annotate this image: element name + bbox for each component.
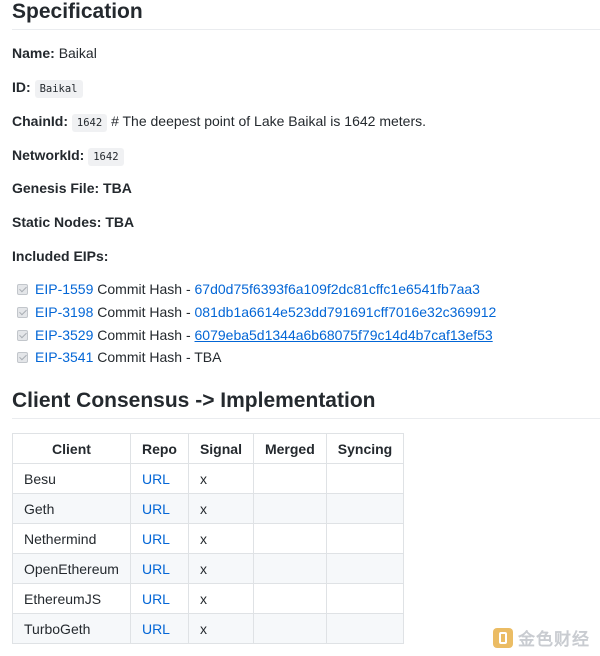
- eip-item: EIP-3198 Commit Hash - 081db1a6614e523dd…: [17, 302, 496, 322]
- client-cell: Geth: [12, 493, 131, 524]
- table-row: EthereumJS URL x: [12, 583, 405, 614]
- static-nodes-field: Static Nodes: TBA: [12, 212, 134, 232]
- chainid-value: 1642: [71, 114, 108, 132]
- included-eips-text: Included EIPs:: [12, 248, 109, 264]
- syncing-cell: [325, 493, 405, 524]
- static-nodes-label: Static Nodes:: [12, 214, 102, 230]
- checkbox-icon[interactable]: [17, 351, 28, 363]
- jinse-logo-icon: [493, 627, 513, 648]
- signal-cell: x: [187, 493, 254, 524]
- repo-cell: URL: [129, 583, 189, 614]
- client-cell: Besu: [12, 463, 131, 494]
- merged-cell: [252, 493, 327, 524]
- eip-item: EIP-3529 Commit Hash - 6079eba5d1344a6b6…: [17, 325, 493, 345]
- table-row: OpenEthereum URL x: [12, 553, 405, 584]
- commit-hash-text: Commit Hash -: [97, 304, 191, 320]
- syncing-cell: [325, 613, 405, 644]
- networkid-value: 1642: [88, 148, 124, 166]
- repo-cell: URL: [129, 463, 189, 494]
- table-row: TurboGeth URL x: [12, 613, 405, 644]
- commit-hash-text: Commit Hash -: [97, 327, 191, 343]
- id-field: ID: Baikal: [12, 77, 83, 99]
- client-table: Client Repo Signal Merged Syncing Besu U…: [12, 433, 405, 644]
- eip-link[interactable]: EIP-1559: [35, 279, 93, 299]
- signal-cell: x: [187, 583, 254, 614]
- eip-link[interactable]: EIP-3541: [35, 347, 93, 367]
- syncing-cell: [325, 523, 405, 554]
- static-nodes-value: TBA: [105, 214, 135, 230]
- client-cell: EthereumJS: [12, 583, 131, 614]
- checkbox-icon[interactable]: [17, 306, 28, 318]
- eip-item: EIP-3541 Commit Hash - TBA: [17, 347, 221, 367]
- included-eips-label: Included EIPs:: [12, 246, 108, 266]
- specification-heading: Specification: [12, 0, 143, 23]
- name-value: Baikal: [58, 45, 97, 61]
- checkbox-icon[interactable]: [17, 283, 28, 295]
- merged-cell: [252, 553, 327, 584]
- repo-cell: URL: [129, 523, 189, 554]
- chainid-label: ChainId:: [12, 113, 68, 129]
- genesis-label: Genesis File:: [12, 180, 100, 196]
- networkid-label: NetworkId:: [12, 147, 85, 163]
- repo-url-link[interactable]: URL: [142, 621, 170, 637]
- table-row: Geth URL x: [12, 493, 405, 524]
- column-header-signal: Signal: [187, 433, 254, 464]
- name-field: Name: Baikal: [12, 43, 97, 63]
- table-row: Nethermind URL x: [12, 523, 405, 554]
- signal-cell: x: [187, 613, 254, 644]
- watermark: 金色财经: [493, 625, 590, 650]
- genesis-field: Genesis File: TBA: [12, 178, 132, 198]
- commit-hash-link[interactable]: 081db1a6614e523dd791691cff7016e32c369912: [195, 302, 497, 322]
- checkbox-icon[interactable]: [17, 329, 28, 341]
- client-cell: TurboGeth: [12, 613, 131, 644]
- client-cell: Nethermind: [12, 523, 131, 554]
- eip-link[interactable]: EIP-3198: [35, 302, 93, 322]
- column-header-repo: Repo: [129, 433, 189, 464]
- eip-item: EIP-1559 Commit Hash - 67d0d75f6393f6a10…: [17, 279, 480, 299]
- client-cell: OpenEthereum: [12, 553, 131, 584]
- chainid-comment: # The deepest point of Lake Baikal is 16…: [111, 113, 427, 129]
- column-header-syncing: Syncing: [325, 433, 405, 464]
- signal-cell: x: [187, 523, 254, 554]
- column-header-client: Client: [12, 433, 131, 464]
- commit-hash-link[interactable]: 6079eba5d1344a6b68075f79c14d4b7caf13ef53: [195, 325, 493, 345]
- column-header-merged: Merged: [252, 433, 327, 464]
- syncing-cell: [325, 553, 405, 584]
- repo-cell: URL: [129, 613, 189, 644]
- merged-cell: [252, 583, 327, 614]
- genesis-value: TBA: [103, 180, 132, 196]
- table-row: Besu URL x: [12, 463, 405, 494]
- commit-hash-text: Commit Hash - TBA: [97, 349, 222, 365]
- repo-url-link[interactable]: URL: [142, 501, 170, 517]
- merged-cell: [252, 613, 327, 644]
- repo-cell: URL: [129, 493, 189, 524]
- watermark-text: 金色财经: [518, 630, 590, 649]
- signal-cell: x: [187, 553, 254, 584]
- name-label: Name:: [12, 45, 55, 61]
- client-consensus-heading: Client Consensus -> Implementation: [12, 389, 376, 412]
- heading-divider: [12, 29, 600, 30]
- heading-divider: [12, 418, 600, 419]
- repo-url-link[interactable]: URL: [142, 591, 170, 607]
- repo-url-link[interactable]: URL: [142, 531, 170, 547]
- repo-url-link[interactable]: URL: [142, 561, 170, 577]
- commit-hash-text: Commit Hash -: [97, 281, 191, 297]
- syncing-cell: [325, 583, 405, 614]
- merged-cell: [252, 463, 327, 494]
- id-value: Baikal: [34, 80, 83, 98]
- networkid-field: NetworkId: 1642: [12, 145, 124, 167]
- repo-cell: URL: [129, 553, 189, 584]
- syncing-cell: [325, 463, 405, 494]
- chainid-field: ChainId: 1642 # The deepest point of Lak…: [12, 111, 426, 133]
- merged-cell: [252, 523, 327, 554]
- table-header-row: Client Repo Signal Merged Syncing: [12, 433, 405, 464]
- repo-url-link[interactable]: URL: [142, 471, 170, 487]
- id-label: ID:: [12, 79, 31, 95]
- commit-hash-link[interactable]: 67d0d75f6393f6a109f2dc81cffc1e6541fb7aa3: [195, 279, 480, 299]
- eip-link[interactable]: EIP-3529: [35, 325, 93, 345]
- signal-cell: x: [187, 463, 254, 494]
